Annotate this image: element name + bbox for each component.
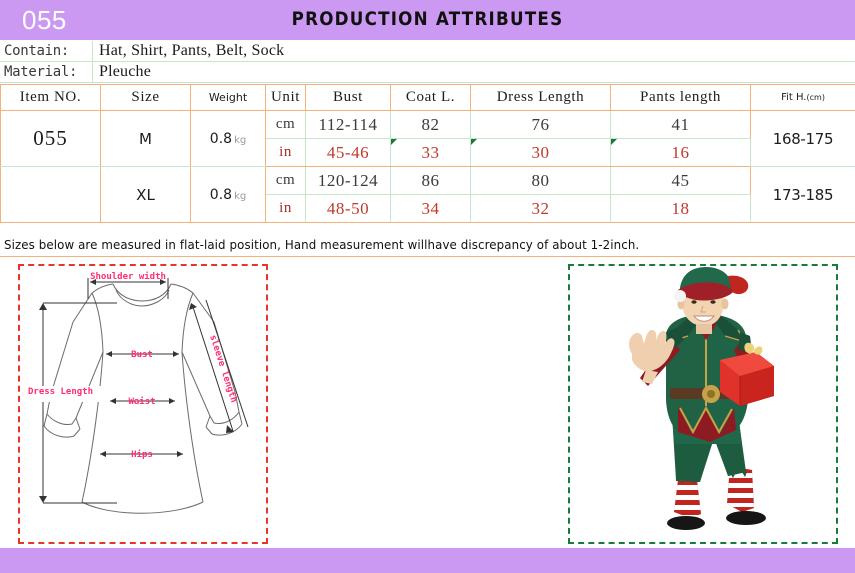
cell-bust-0-in: 45-46 [305, 138, 391, 167]
cell-bust-1-in: 48-50 [305, 194, 391, 223]
cell-bust-0-cm: 112-114 [305, 110, 391, 139]
contain-value: Hat, Shirt, Pants, Belt, Sock [99, 42, 285, 59]
cell-unit-0-in: in [265, 138, 306, 167]
cell-coat-length-1-cm: 86 [390, 166, 471, 195]
col-fit-height-label: Fit H. [781, 92, 807, 103]
label-shoulder-width: Shoulder width [90, 271, 166, 282]
label-sleeve-length: sleeve length [207, 334, 238, 404]
weight-value-1: 0.8 [209, 186, 233, 203]
diagram-dimension-arrows: Shoulder width Bust Waist Hips Dress Len… [28, 271, 249, 504]
page-title: PRODUCTION ATTRIBUTES [291, 8, 564, 30]
header-bar: 055 PRODUCTION ATTRIBUTES [0, 0, 855, 40]
cell-pants-length-0-cm: 41 [610, 110, 751, 139]
label-dress-length-text: Dress Length [28, 387, 94, 397]
cell-coat-length-0-cm: 82 [390, 110, 471, 139]
label-waist: Waist [128, 396, 155, 407]
cell-unit-1-in: in [265, 194, 306, 223]
col-bust: Bust [305, 84, 391, 111]
size-table-wrap: Item NO. Size Weight Unit Bust Coat L. D… [0, 84, 855, 234]
pants-length-0-in-value: 16 [671, 142, 690, 162]
product-attributes-page: 055 PRODUCTION ATTRIBUTES Contain: Hat, … [0, 0, 855, 573]
cell-weight-0: 0.8 kg [190, 110, 266, 167]
table-header-row: Item NO. Size Weight Unit Bust Coat L. D… [0, 84, 855, 111]
comment-flag-icon [611, 139, 617, 145]
measurement-note: Sizes below are measured in flat-laid po… [4, 238, 640, 252]
col-size: Size [100, 84, 191, 111]
contain-row: Contain: Hat, Shirt, Pants, Belt, Sock [0, 41, 855, 62]
coat-length-0-in-value: 33 [421, 142, 440, 162]
measurement-diagram-panel: Shoulder width Bust Waist Hips Dress Len… [18, 264, 268, 544]
cell-pants-length-1-cm: 45 [610, 166, 751, 195]
cell-pants-length-0-in: 16 [610, 138, 751, 167]
cell-dress-length-0-cm: 76 [470, 110, 611, 139]
cell-unit-1-cm: cm [265, 166, 306, 195]
cell-weight-1: 0.8 kg [190, 166, 266, 223]
label-hips: Hips [131, 449, 153, 460]
cell-coat-length-1-in: 34 [390, 194, 471, 223]
cell-item-no-1 [0, 166, 101, 223]
material-divider [92, 62, 93, 82]
cell-fit-height-1: 173-185 [750, 166, 855, 223]
weight-unit-0: kg [234, 134, 247, 146]
product-photo-panel [568, 264, 838, 544]
contain-divider [92, 41, 93, 61]
col-item-no: Item NO. [0, 84, 101, 111]
col-fit-height: Fit H.(cm) [750, 84, 855, 111]
note-underline [0, 256, 855, 257]
cell-dress-length-0-in: 30 [470, 138, 611, 167]
material-row: Material: Pleuche [0, 62, 855, 83]
cell-size-1: XL [100, 166, 191, 223]
cell-dress-length-1-in: 32 [470, 194, 611, 223]
weight-unit-1: kg [234, 190, 247, 202]
col-pants-length: Pants length [610, 84, 751, 111]
cell-item-no-0: 055 [0, 110, 101, 167]
cell-bust-1-cm: 120-124 [305, 166, 391, 195]
comment-flag-icon [471, 139, 477, 145]
cell-size-0: M [100, 110, 191, 167]
cell-pants-length-1-in: 18 [610, 194, 751, 223]
cell-fit-height-0: 168-175 [750, 110, 855, 167]
table-row: 055 M 0.8 kg cm 112-114 82 76 41 168-175 [0, 110, 855, 167]
comment-flag-icon [391, 139, 397, 145]
cell-coat-length-0-in: 33 [390, 138, 471, 167]
cell-dress-length-1-cm: 80 [470, 166, 611, 195]
col-fit-height-unit: (cm) [806, 93, 825, 102]
cell-unit-0-cm: cm [265, 110, 306, 139]
elf-costume-photo [570, 266, 836, 542]
col-unit: Unit [265, 84, 306, 111]
col-dress-length: Dress Length [470, 84, 611, 111]
col-weight: Weight [190, 84, 266, 111]
contain-label: Contain: [4, 43, 70, 59]
table-row: XL 0.8 kg cm 120-124 86 80 45 173-185 [0, 166, 855, 223]
material-label: Material: [4, 64, 78, 80]
size-table: Item NO. Size Weight Unit Bust Coat L. D… [0, 84, 855, 223]
weight-value-0: 0.8 [209, 130, 233, 147]
footer-bar [0, 548, 855, 573]
dress-length-0-in-value: 30 [531, 142, 550, 162]
label-bust: Bust [131, 350, 153, 360]
material-value: Pleuche [99, 63, 152, 80]
col-coat-length: Coat L. [390, 84, 471, 111]
